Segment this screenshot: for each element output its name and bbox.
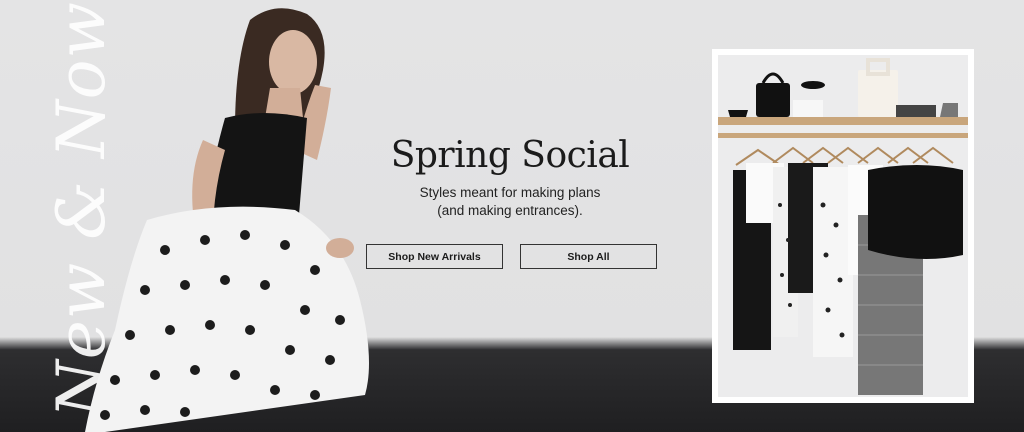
shop-new-arrivals-button[interactable]: Shop New Arrivals <box>366 244 503 269</box>
shop-all-button[interactable]: Shop All <box>520 244 657 269</box>
closet-rack-photo <box>718 55 968 397</box>
hero-banner: New & Now Spring Social Styles meant for… <box>0 0 1024 432</box>
closet-photo-frame[interactable] <box>712 49 974 403</box>
hero-subline: Styles meant for making plans (and makin… <box>360 184 660 220</box>
hero-copy: Spring Social Styles meant for making pl… <box>360 134 660 220</box>
hero-headline: Spring Social <box>390 135 630 176</box>
hero-subline-line-1: Styles meant for making plans <box>419 185 601 200</box>
hero-subline-line-2: (and making entrances). <box>437 203 583 218</box>
model-photo[interactable] <box>85 0 385 432</box>
